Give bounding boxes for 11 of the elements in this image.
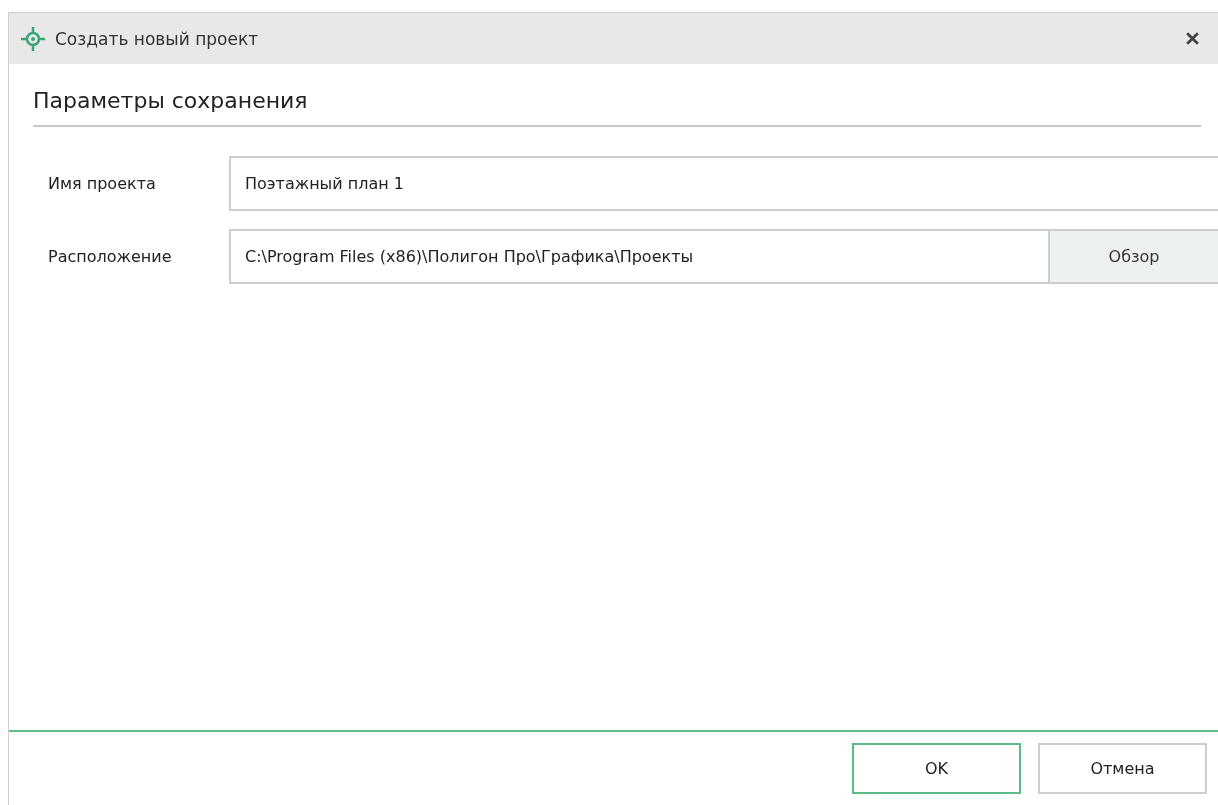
ok-button[interactable]: OK xyxy=(852,743,1021,794)
section-heading: Параметры сохранения xyxy=(33,88,1201,127)
field-label: Имя проекта xyxy=(47,174,157,193)
input-field[interactable]: Поэтажный план 1 xyxy=(229,156,1218,211)
crosshair-icon xyxy=(21,26,45,51)
cancel-button[interactable]: Отмена xyxy=(1038,743,1207,794)
browse-button[interactable]: Обзор xyxy=(1048,231,1218,282)
field-label: Расположение xyxy=(47,247,173,266)
window-title: Создать новый проект xyxy=(55,28,260,49)
close-icon[interactable] xyxy=(1185,31,1200,46)
input-field[interactable]: C:\Program Files (x86)\Полигон Про\Графика\Проекты Обзор xyxy=(229,229,1218,284)
